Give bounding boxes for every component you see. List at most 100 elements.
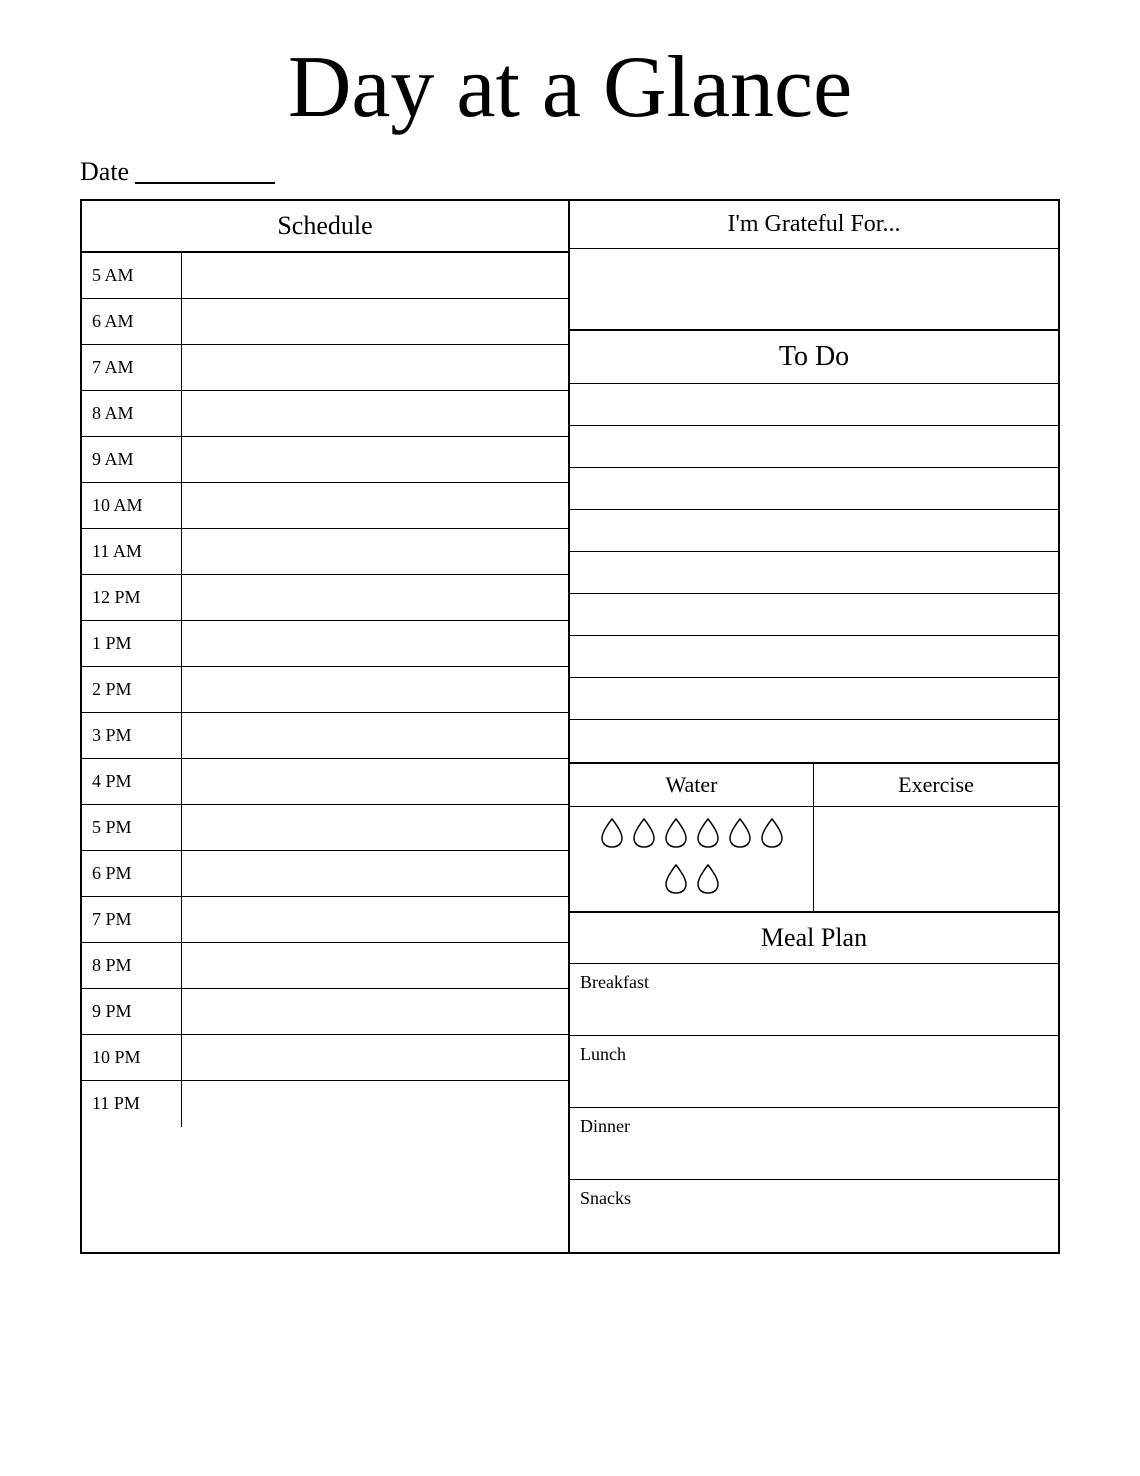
- time-5pm: 5 PM: [82, 805, 182, 850]
- todo-item[interactable]: [570, 720, 1058, 762]
- schedule-row: 7 PM: [82, 897, 568, 943]
- water-drop-8[interactable]: [696, 863, 720, 901]
- water-drop-5[interactable]: [728, 817, 752, 855]
- todo-header: To Do: [570, 331, 1058, 384]
- time-6pm: 6 PM: [82, 851, 182, 896]
- event-9pm[interactable]: [182, 989, 568, 1034]
- todo-item[interactable]: [570, 636, 1058, 678]
- grateful-header: I'm Grateful For...: [570, 201, 1058, 249]
- todo-item[interactable]: [570, 384, 1058, 426]
- event-6am[interactable]: [182, 299, 568, 344]
- time-9am: 9 AM: [82, 437, 182, 482]
- time-10pm: 10 PM: [82, 1035, 182, 1080]
- water-drop-3[interactable]: [664, 817, 688, 855]
- event-11am[interactable]: [182, 529, 568, 574]
- time-5am: 5 AM: [82, 253, 182, 298]
- meal-snacks-label: Snacks: [580, 1188, 631, 1208]
- schedule-column: Schedule 5 AM 6 AM 7 AM 8 AM 9 AM: [82, 201, 570, 1252]
- schedule-row: 10 AM: [82, 483, 568, 529]
- meal-lunch-label: Lunch: [580, 1044, 626, 1064]
- todo-item[interactable]: [570, 468, 1058, 510]
- time-4pm: 4 PM: [82, 759, 182, 804]
- schedule-row: 10 PM: [82, 1035, 568, 1081]
- event-5am[interactable]: [182, 253, 568, 298]
- meal-lunch[interactable]: Lunch: [570, 1036, 1058, 1108]
- todo-item[interactable]: [570, 678, 1058, 720]
- schedule-row: 7 AM: [82, 345, 568, 391]
- todo-section: To Do: [570, 331, 1058, 764]
- event-4pm[interactable]: [182, 759, 568, 804]
- meal-breakfast-label: Breakfast: [580, 972, 649, 992]
- event-3pm[interactable]: [182, 713, 568, 758]
- event-7am[interactable]: [182, 345, 568, 390]
- meal-dinner-label: Dinner: [580, 1116, 630, 1136]
- schedule-row: 2 PM: [82, 667, 568, 713]
- exercise-column: Exercise: [814, 764, 1058, 911]
- date-label: Date: [80, 157, 129, 187]
- meal-plan-section: Meal Plan Breakfast Lunch Dinner Snacks: [570, 913, 1058, 1252]
- schedule-row: 12 PM: [82, 575, 568, 621]
- schedule-row: 8 PM: [82, 943, 568, 989]
- meal-breakfast[interactable]: Breakfast: [570, 964, 1058, 1036]
- event-12pm[interactable]: [182, 575, 568, 620]
- time-8pm: 8 PM: [82, 943, 182, 988]
- schedule-row: 6 PM: [82, 851, 568, 897]
- time-11pm: 11 PM: [82, 1081, 182, 1127]
- todo-item[interactable]: [570, 426, 1058, 468]
- grateful-section: I'm Grateful For...: [570, 201, 1058, 331]
- time-7pm: 7 PM: [82, 897, 182, 942]
- schedule-row: 5 PM: [82, 805, 568, 851]
- event-11pm[interactable]: [182, 1081, 568, 1127]
- todo-item[interactable]: [570, 510, 1058, 552]
- water-exercise-section: Water: [570, 764, 1058, 913]
- meal-snacks[interactable]: Snacks: [570, 1180, 1058, 1252]
- water-drop-2[interactable]: [632, 817, 656, 855]
- event-1pm[interactable]: [182, 621, 568, 666]
- schedule-row: 6 AM: [82, 299, 568, 345]
- event-8pm[interactable]: [182, 943, 568, 988]
- event-8am[interactable]: [182, 391, 568, 436]
- time-1pm: 1 PM: [82, 621, 182, 666]
- time-10am: 10 AM: [82, 483, 182, 528]
- event-7pm[interactable]: [182, 897, 568, 942]
- event-5pm[interactable]: [182, 805, 568, 850]
- todo-item[interactable]: [570, 552, 1058, 594]
- time-7am: 7 AM: [82, 345, 182, 390]
- water-drop-4[interactable]: [696, 817, 720, 855]
- time-11am: 11 AM: [82, 529, 182, 574]
- page-title: Day at a Glance: [288, 40, 852, 137]
- time-9pm: 9 PM: [82, 989, 182, 1034]
- water-drop-1[interactable]: [600, 817, 624, 855]
- meal-plan-header: Meal Plan: [570, 913, 1058, 964]
- grateful-body[interactable]: [570, 249, 1058, 329]
- exercise-header: Exercise: [814, 764, 1058, 807]
- schedule-row: 3 PM: [82, 713, 568, 759]
- date-line[interactable]: [135, 160, 275, 184]
- schedule-row: 9 PM: [82, 989, 568, 1035]
- water-drop-6[interactable]: [760, 817, 784, 855]
- schedule-row: 8 AM: [82, 391, 568, 437]
- water-drops: [570, 807, 813, 911]
- water-drop-7[interactable]: [664, 863, 688, 901]
- schedule-row: 1 PM: [82, 621, 568, 667]
- date-row: Date: [80, 157, 1060, 187]
- main-grid: Schedule 5 AM 6 AM 7 AM 8 AM 9 AM: [80, 199, 1060, 1254]
- time-2pm: 2 PM: [82, 667, 182, 712]
- event-10am[interactable]: [182, 483, 568, 528]
- schedule-row: 9 AM: [82, 437, 568, 483]
- right-column: I'm Grateful For... To Do Water: [570, 201, 1058, 1252]
- todo-item[interactable]: [570, 594, 1058, 636]
- time-12pm: 12 PM: [82, 575, 182, 620]
- time-8am: 8 AM: [82, 391, 182, 436]
- schedule-header: Schedule: [82, 201, 568, 253]
- meal-dinner[interactable]: Dinner: [570, 1108, 1058, 1180]
- event-10pm[interactable]: [182, 1035, 568, 1080]
- event-9am[interactable]: [182, 437, 568, 482]
- event-2pm[interactable]: [182, 667, 568, 712]
- page: Day at a Glance Date Schedule 5 AM 6 AM …: [0, 0, 1140, 1476]
- water-header: Water: [570, 764, 813, 807]
- schedule-row: 5 AM: [82, 253, 568, 299]
- schedule-row: 11 PM: [82, 1081, 568, 1127]
- event-6pm[interactable]: [182, 851, 568, 896]
- exercise-body[interactable]: [814, 807, 1058, 887]
